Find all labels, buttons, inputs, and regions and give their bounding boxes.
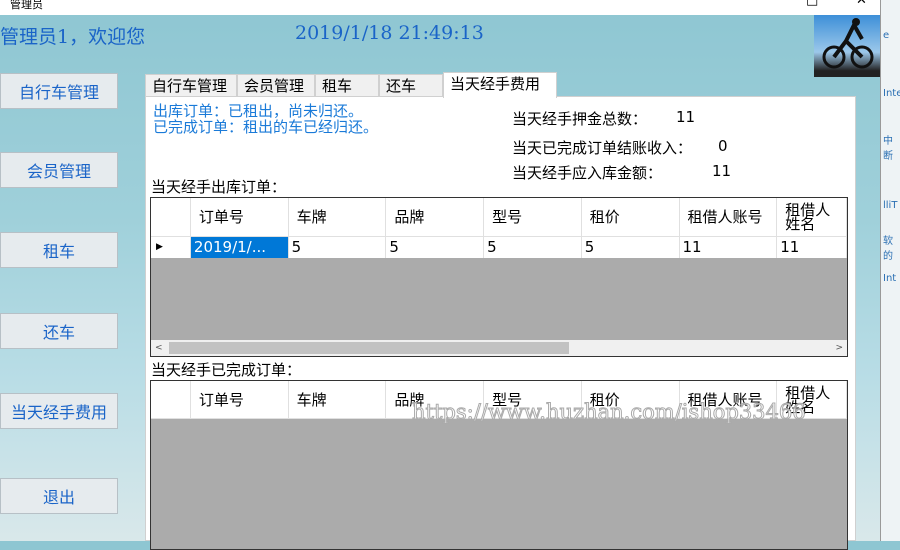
nav-member-management[interactable]: 会员管理 (0, 152, 118, 188)
stat-label: 当天已完成订单结账收入： (512, 139, 693, 157)
grid-header: 订单号 车牌 品牌 型号 租价 租借人账号 租借人姓名 (151, 198, 847, 237)
tab-rent[interactable]: 租车 (315, 74, 379, 97)
cell[interactable]: 5 (582, 237, 680, 258)
nav-daily-fees[interactable]: 当天经手费用 (0, 393, 118, 429)
title-bar: 管理员 □ ✕ (0, 0, 880, 15)
welcome-text: 管理员1，欢迎您 (0, 26, 146, 48)
side-text: 软的 (883, 236, 893, 262)
row-header-corner (151, 381, 191, 419)
side-text: Int (883, 273, 897, 284)
note-completed: 已完成订单：租出的车已经归还。 (153, 118, 379, 136)
stat-value: 0 (718, 137, 728, 155)
side-text: e (883, 30, 890, 41)
col-header[interactable]: 订单号 (190, 381, 289, 419)
col-header[interactable]: 订单号 (190, 198, 289, 237)
col-header[interactable]: 型号 (484, 198, 582, 237)
tab-member-management[interactable]: 会员管理 (237, 74, 315, 97)
scroll-left-icon[interactable]: < (155, 343, 163, 353)
outbound-orders-grid[interactable]: 订单号 车牌 品牌 型号 租价 租借人账号 租借人姓名 ▶ 2019/1/...… (150, 197, 848, 357)
col-header[interactable]: 品牌 (386, 198, 485, 237)
tab-daily-fees[interactable]: 当天经手费用 (443, 72, 557, 98)
nav-rent[interactable]: 租车 (0, 232, 118, 268)
stat-completed-income: 当天已完成订单结账收入： 0 (512, 137, 728, 158)
close-icon[interactable]: ✕ (856, 0, 867, 7)
col-header[interactable]: 车牌 (288, 381, 387, 419)
stat-value: 11 (712, 162, 732, 180)
cell[interactable]: 5 (289, 237, 387, 258)
grid1-title: 当天经手出库订单： (151, 178, 287, 196)
table-row[interactable]: ▶ 2019/1/... 5 5 5 5 11 11 (151, 237, 847, 258)
cell[interactable]: 2019/1/... (190, 237, 289, 258)
stat-value: 11 (676, 108, 696, 126)
cyclist-avatar-image (814, 15, 880, 77)
background-window: e Inte 中断 lliT 软的 Int (880, 0, 900, 541)
scroll-thumb[interactable] (169, 342, 569, 354)
window-title: 管理员 (10, 0, 43, 11)
col-header[interactable]: 租价 (581, 198, 680, 237)
current-row-icon: ▶ (151, 237, 191, 258)
nav-return[interactable]: 还车 (0, 313, 118, 349)
tab-bar: 自行车管理 会员管理 租车 还车 当天经手费用 (145, 72, 557, 98)
cell[interactable]: 11 (777, 237, 847, 258)
horizontal-scrollbar[interactable]: < > (151, 340, 847, 356)
col-header[interactable]: 车牌 (288, 198, 387, 237)
note-outbound: 出库订单：已租出，尚未归还。 (153, 102, 364, 120)
nav-bike-management[interactable]: 自行车管理 (0, 73, 118, 109)
side-text: 中断 (883, 136, 893, 162)
stat-deposit-total: 当天经手押金总数： 11 (512, 108, 695, 129)
cell[interactable]: 5 (484, 237, 582, 258)
col-header[interactable]: 租借人姓名 (777, 198, 847, 237)
stat-expected-amount: 当天经手应入库金额： 11 (512, 162, 731, 183)
nav-exit[interactable]: 退出 (0, 478, 118, 514)
stat-label: 当天经手押金总数： (512, 110, 648, 128)
clock: 2019/1/18 21:49:13 (295, 22, 484, 44)
scroll-right-icon[interactable]: > (835, 343, 843, 353)
row-header-corner (151, 198, 191, 237)
col-header[interactable]: 租借人账号 (679, 198, 778, 237)
grid2-title: 当天经手已完成订单： (151, 361, 302, 379)
maximize-icon[interactable]: □ (806, 0, 818, 7)
watermark: https://www.huzhan.com/ishop33466 (412, 400, 807, 425)
side-text: lliT (883, 200, 898, 211)
cell[interactable]: 11 (680, 237, 778, 258)
side-text: Inte (883, 88, 900, 99)
tab-bike-management[interactable]: 自行车管理 (145, 74, 237, 97)
cell[interactable]: 5 (386, 237, 485, 258)
stat-label: 当天经手应入库金额： (512, 164, 663, 182)
tab-return[interactable]: 还车 (379, 74, 443, 97)
